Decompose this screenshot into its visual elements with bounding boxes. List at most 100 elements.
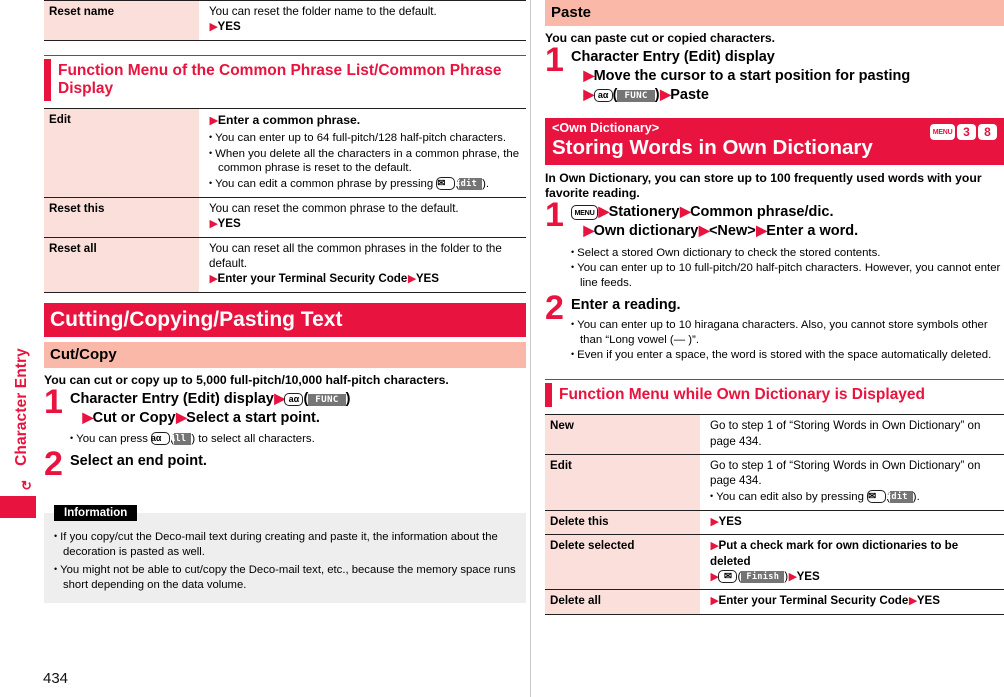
i-alpha-key-icon: аα	[284, 393, 304, 407]
arrow-icon	[756, 223, 767, 238]
row-value: Go to step 1 of “Storing Words in Own Di…	[700, 454, 1004, 511]
row-action: YES	[209, 216, 522, 232]
row-label: Reset this	[44, 197, 199, 238]
sub-heading-cut-copy: Cut/Copy	[44, 341, 526, 368]
paste-lead: You can paste cut or copied characters.	[545, 31, 776, 45]
row-action: Enter your Terminal Security CodeYES	[209, 271, 522, 287]
row-bullet: You can edit a common phrase by pressing…	[209, 177, 522, 192]
chapter-heading-cut-copy-paste: Cutting/Copying/Pasting Text	[44, 302, 526, 337]
information-box: Information If you copy/cut the Deco-mai…	[44, 505, 526, 604]
mail-key-icon: ✉	[867, 489, 887, 503]
arrow-icon	[407, 273, 415, 285]
arrow-icon	[598, 204, 609, 219]
chapter-thumb-tab: Character Entry	[0, 300, 40, 550]
row-value: You can reset the folder name to the def…	[199, 0, 526, 41]
step-part-d: <New>	[708, 222, 756, 239]
chapter-thumb-tab-label: Character Entry	[13, 348, 30, 466]
step-title-line3: аα(FUNC)Paste	[571, 86, 1004, 105]
step-title-line2: Own dictionary <New> Enter a word.	[571, 222, 1004, 241]
row-value: Go to step 1 of “Storing Words in Own Di…	[700, 414, 1004, 456]
row-bullet-tail: .	[916, 490, 920, 503]
softkey-finish-label: Finish	[741, 570, 785, 583]
page-number: 434	[43, 670, 69, 687]
row-bullet: You can edit also by pressing ✉(Edit).	[710, 489, 1000, 505]
row-bullet: When you delete all the characters in a …	[209, 147, 522, 177]
refresh-icon: ↻	[21, 478, 32, 493]
row-value: Put a check mark for own dictionaries to…	[700, 534, 1004, 591]
arrow-icon	[908, 595, 916, 607]
table-row: Delete selected Put a check mark for own…	[545, 534, 1004, 591]
step-title-text: Character Entry (Edit) display	[70, 391, 274, 408]
manual-page: Character Entry 434 Reset name You can r…	[0, 0, 1004, 697]
step-line2-text: Move the cursor to a start position for …	[593, 67, 911, 84]
arrow-icon	[176, 410, 187, 425]
step-bullet-tail: ) to select all characters.	[191, 432, 315, 445]
row-action: YES	[209, 19, 522, 35]
i-alpha-key-icon: аα	[151, 431, 171, 445]
section-heading-common-phrase: Function Menu of the Common Phrase List/…	[44, 54, 526, 105]
cut-copy-step-2: 2 Select an end point.	[44, 447, 526, 481]
step-part-a: Stationery	[608, 204, 680, 221]
own-dictionary-lead: In Own Dictionary, you can store up to 1…	[545, 170, 982, 200]
row-bullet: You can enter up to 64 full-pitch/128 ha…	[209, 131, 522, 146]
row-headline: Enter a common phrase.	[209, 112, 522, 129]
arrow-icon	[583, 87, 594, 102]
step-title-line2: Move the cursor to a start position for …	[571, 67, 1004, 86]
step-line3-tail: Paste	[670, 86, 709, 103]
arrow-icon	[679, 204, 690, 219]
own-dictionary-function-menu-table: New Go to step 1 of “Storing Words in Ow…	[545, 414, 1004, 615]
row-value: You can reset all the common phrases in …	[199, 237, 526, 293]
chapter-heading-own-dictionary: <Own Dictionary> Storing Words in Own Di…	[545, 118, 1004, 165]
table-row: Delete this YES	[545, 510, 1004, 536]
arrow-icon	[82, 410, 93, 425]
arrow-icon	[788, 571, 796, 583]
row-label: New	[545, 414, 700, 456]
step-title: Character Entry (Edit) displayаα(FUNC)	[70, 390, 526, 409]
row-value: YES	[700, 510, 1004, 536]
table-row: Delete all Enter your Terminal Security …	[545, 589, 1004, 615]
own-dictionary-step-1: 1 MENU Stationery Common phrase/dic. Own d…	[545, 198, 1004, 291]
mail-key-icon: ✉	[436, 177, 456, 191]
step-number: 1	[545, 196, 564, 235]
arrow-icon	[710, 571, 718, 583]
chapter-thumb-tab-marker	[0, 496, 36, 518]
row-text: Go to step 1 of “Storing Words in Own Di…	[710, 459, 981, 488]
softkey-func-label: FUNC	[617, 89, 655, 102]
information-bullet: If you copy/cut the Deco-mail text durin…	[54, 530, 516, 560]
common-phrase-function-menu-table: Edit Enter a common phrase. You can ente…	[44, 108, 526, 293]
arrow-icon	[583, 223, 594, 238]
menu-key-icon: MENU	[571, 205, 598, 221]
sub-heading-paste: Paste	[545, 0, 1004, 26]
row-label: Delete all	[545, 589, 700, 615]
row-value: Enter a common phrase. You can enter up …	[199, 108, 526, 198]
softkey-func-label: FUNC	[308, 394, 346, 407]
digit-key-badge-8: 8	[978, 124, 997, 141]
section-heading-own-dictionary-function-menu: Function Menu while Own Dictionary is Di…	[545, 379, 1004, 410]
step-number: 1	[545, 41, 564, 80]
cut-copy-step-1: 1 Character Entry (Edit) displayаα(FUNC)…	[44, 385, 526, 447]
step-bullet: You can enter up to 10 full-pitch/20 hal…	[571, 261, 1004, 291]
step-number: 1	[44, 383, 63, 422]
row-label: Delete selected	[545, 534, 700, 591]
row-text: You can reset the folder name to the def…	[209, 5, 437, 18]
row-text: You can reset all the common phrases in …	[209, 241, 502, 271]
step-bullet-text: You can press	[76, 432, 148, 445]
row-text: You can reset the common phrase to the d…	[209, 202, 459, 215]
mail-key-icon: ✉	[718, 569, 738, 583]
arrow-icon	[698, 223, 709, 238]
step-bullet: Even if you enter a space, the word is s…	[571, 348, 1004, 363]
step-number: 2	[44, 445, 63, 484]
softkey-all-label: All	[170, 432, 192, 445]
own-dictionary-step-2: 2 Enter a reading. You can enter up to 1…	[545, 291, 1004, 363]
step-title: Select an end point.	[70, 453, 207, 470]
row-label: Edit	[545, 454, 700, 511]
menu-key-badge: MENU	[930, 124, 955, 141]
step-part-e: Enter a word.	[766, 222, 859, 239]
section-heading-text: Function Menu while Own Dictionary is Di…	[559, 386, 926, 404]
row-label: Reset all	[44, 237, 199, 293]
information-bullet: You might not be able to cut/copy the De…	[54, 563, 516, 593]
step-bullet: You can press аα(All) to select all char…	[70, 431, 526, 447]
table-row: Edit Go to step 1 of “Storing Words in O…	[545, 454, 1004, 511]
row-bullet-text: You can edit a common phrase by pressing	[215, 178, 434, 191]
arrow-icon	[209, 115, 218, 127]
